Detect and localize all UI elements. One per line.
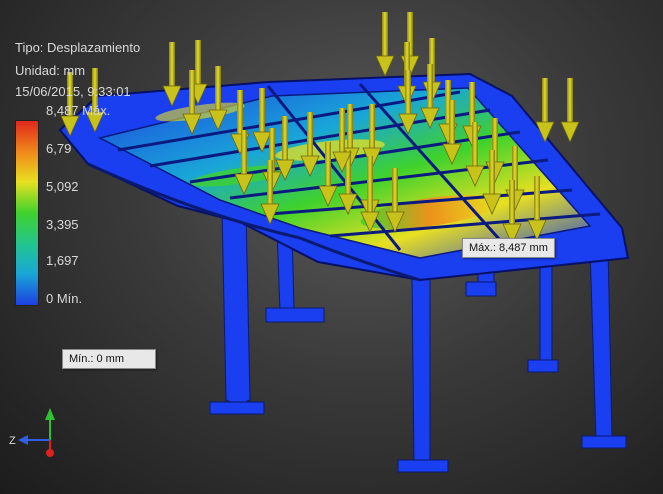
model-viewport[interactable] bbox=[0, 0, 663, 494]
legend-tick: 6,79 bbox=[46, 141, 72, 156]
legend-tick-max: 8,487 Máx. bbox=[46, 103, 111, 118]
min-probe-label[interactable]: Mín.: 0 mm bbox=[62, 349, 156, 369]
y-axis-arrow-icon bbox=[45, 408, 55, 420]
legend-tick-min: 0 Mín. bbox=[46, 291, 83, 306]
legend-tick: 5,092 bbox=[46, 179, 79, 194]
max-probe-label[interactable]: Máx.: 8,487 mm bbox=[462, 238, 555, 258]
result-date: 15/06/2015, 9:33:01 bbox=[15, 84, 131, 99]
result-type: Tipo: Desplazamiento bbox=[15, 40, 141, 55]
color-legend-bar bbox=[15, 120, 39, 306]
result-unit: Unidad: mm bbox=[15, 63, 86, 78]
load-arrow-icon bbox=[375, 12, 395, 77]
z-axis-arrow-icon bbox=[18, 435, 28, 445]
z-axis-label: Z bbox=[9, 435, 16, 447]
x-axis-dot-icon bbox=[46, 449, 54, 457]
orientation-triad[interactable]: Z bbox=[8, 398, 68, 468]
legend-tick: 1,697 bbox=[46, 253, 79, 268]
load-arrow-icon bbox=[560, 78, 580, 143]
legend-tick: 3,395 bbox=[46, 217, 79, 232]
